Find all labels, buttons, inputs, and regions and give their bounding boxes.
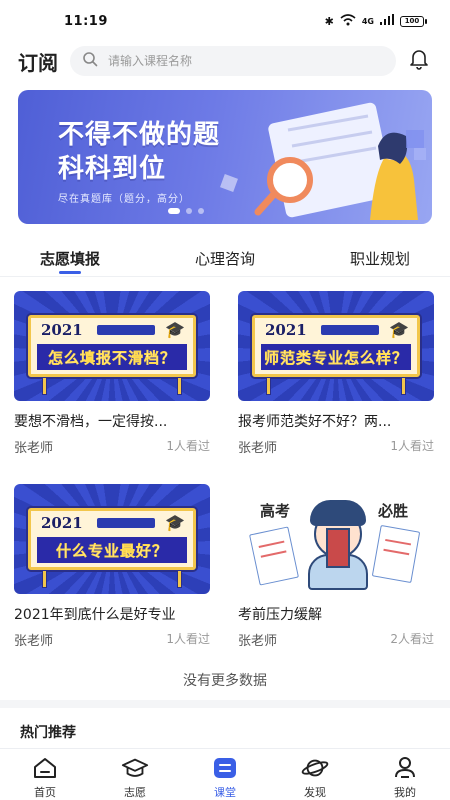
banner-dot[interactable] <box>198 208 204 214</box>
banner-headline-1: 不得不做的题 <box>58 120 221 150</box>
hot-recommend-title: 热门推荐 <box>20 725 76 741</box>
page-title: 订阅 <box>18 50 58 75</box>
student-hair <box>310 500 366 526</box>
section-divider <box>0 700 450 708</box>
tab-volunteer[interactable]: 志愿填报 <box>40 238 100 278</box>
nav-label: 课堂 <box>214 786 236 799</box>
course-meta: 张老师 2人看过 <box>238 630 434 649</box>
sign-chip <box>321 325 379 335</box>
bottom-nav: 首页 志愿 课堂 发现 我的 <box>0 748 450 800</box>
course-thumbnail: 高考 必胜 <box>238 484 434 594</box>
exam-paper-icon <box>249 526 299 586</box>
course-card[interactable]: 高考 必胜 考前压力缓解 张老师 2人看过 <box>238 484 434 649</box>
course-card[interactable]: 2021 🎓 怎么填报不滑档？ 要想不滑档，一定得按... 张老师 1人看过 <box>14 291 210 456</box>
search-bar[interactable] <box>70 46 396 76</box>
sign-board: 2021 🎓 什么专业最好？ <box>28 508 196 570</box>
nav-label: 我的 <box>394 786 416 799</box>
course-teacher: 张老师 <box>14 634 54 649</box>
art-text-right: 必胜 <box>377 502 408 520</box>
course-thumbnail: 2021 🎓 师范类专业怎么样？ <box>238 291 434 401</box>
banner-dot[interactable] <box>186 208 192 214</box>
sign-post <box>401 377 406 395</box>
sign-text: 什么专业最好？ <box>37 537 187 563</box>
sign-text: 师范类专业怎么样？ <box>261 344 411 370</box>
notification-button[interactable] <box>404 46 434 76</box>
course-meta: 张老师 1人看过 <box>238 437 434 456</box>
sign-year: 2021 <box>41 321 83 339</box>
banner-subtitle: 尽在真题库（题分，高分） <box>58 194 190 205</box>
graduation-cap-icon <box>121 755 149 781</box>
tab-divider <box>0 276 450 277</box>
exam-paper-icon <box>371 524 421 584</box>
course-thumbnail: 2021 🎓 什么专业最好？ <box>14 484 210 594</box>
header: 订阅 <box>0 42 450 80</box>
banner-headline-2: 科科到位 <box>58 154 167 184</box>
sign-post <box>42 570 47 588</box>
profile-icon <box>391 755 419 781</box>
nav-label: 发现 <box>304 786 326 799</box>
course-card[interactable]: 2021 🎓 什么专业最好？ 2021年到底什么是好专业 张老师 1人看过 <box>14 484 210 649</box>
course-teacher: 张老师 <box>238 634 278 649</box>
signal-icon <box>380 14 394 28</box>
no-more-data: 没有更多数据 <box>183 673 267 689</box>
nav-volunteer[interactable]: 志愿 <box>100 755 170 800</box>
nav-home[interactable]: 首页 <box>10 755 80 800</box>
sign-post <box>177 570 182 588</box>
graduation-cap-icon: 🎓 <box>165 320 185 339</box>
wifi-icon <box>340 13 356 29</box>
sign-post <box>42 377 47 395</box>
course-views: 1人看过 <box>166 439 210 453</box>
sign-chip <box>97 325 155 335</box>
status-bar: 11:19 ✱ 4G 100 <box>0 0 450 42</box>
course-title: 考前压力缓解 <box>238 607 322 623</box>
nav-discover[interactable]: 发现 <box>280 755 350 800</box>
course-views: 1人看过 <box>166 632 210 646</box>
course-views: 1人看过 <box>390 439 434 453</box>
sign-text: 怎么填报不滑档？ <box>37 344 187 370</box>
course-meta: 张老师 1人看过 <box>14 437 210 456</box>
search-icon <box>82 51 98 71</box>
sign-post <box>177 377 182 395</box>
sign-year: 2021 <box>265 321 307 339</box>
course-title: 要想不滑档，一定得按... <box>14 414 168 430</box>
sign-chip <box>97 518 155 528</box>
course-teacher: 张老师 <box>238 441 278 456</box>
banner-pagination <box>168 208 204 214</box>
planet-icon <box>301 755 329 781</box>
graduation-cap-icon: 🎓 <box>389 320 409 339</box>
sign-post <box>266 377 271 395</box>
category-tabs: 志愿填报 心理咨询 职业规划 <box>0 238 450 278</box>
art-text-left: 高考 <box>260 502 291 520</box>
search-input[interactable] <box>108 54 384 68</box>
nav-classroom[interactable]: 课堂 <box>190 755 260 800</box>
course-card[interactable]: 2021 🎓 师范类专业怎么样？ 报考师范类好不好？两... 张老师 1人看过 <box>238 291 434 456</box>
tab-career[interactable]: 职业规划 <box>350 238 410 278</box>
status-time: 11:19 <box>64 13 108 29</box>
book-icon <box>326 528 350 568</box>
classroom-icon <box>211 755 239 781</box>
course-thumbnail: 2021 🎓 怎么填报不滑档？ <box>14 291 210 401</box>
home-icon <box>31 755 59 781</box>
bluetooth-icon: ✱ <box>324 14 334 28</box>
nav-label: 志愿 <box>124 786 146 799</box>
promo-banner[interactable]: 不得不做的题 科科到位 尽在真题库（题分，高分） <box>18 90 432 224</box>
course-title: 2021年到底什么是好专业 <box>14 607 176 623</box>
status-icons: ✱ 4G 100 <box>324 13 427 29</box>
sign-board: 2021 🎓 师范类专业怎么样？ <box>252 315 420 377</box>
bell-icon <box>409 48 429 74</box>
course-views: 2人看过 <box>390 632 434 646</box>
sign-board: 2021 🎓 怎么填报不滑档？ <box>28 315 196 377</box>
graduation-cap-icon: 🎓 <box>165 513 185 532</box>
course-title: 报考师范类好不好？两... <box>238 414 392 430</box>
nav-label: 首页 <box>34 786 56 799</box>
course-meta: 张老师 1人看过 <box>14 630 210 649</box>
signal-label: 4G <box>361 16 374 26</box>
nav-profile[interactable]: 我的 <box>370 755 440 800</box>
course-teacher: 张老师 <box>14 441 54 456</box>
banner-dot[interactable] <box>168 208 180 214</box>
battery-icon: 100 <box>400 15 427 27</box>
sign-year: 2021 <box>41 514 83 532</box>
tab-counseling[interactable]: 心理咨询 <box>195 238 255 278</box>
